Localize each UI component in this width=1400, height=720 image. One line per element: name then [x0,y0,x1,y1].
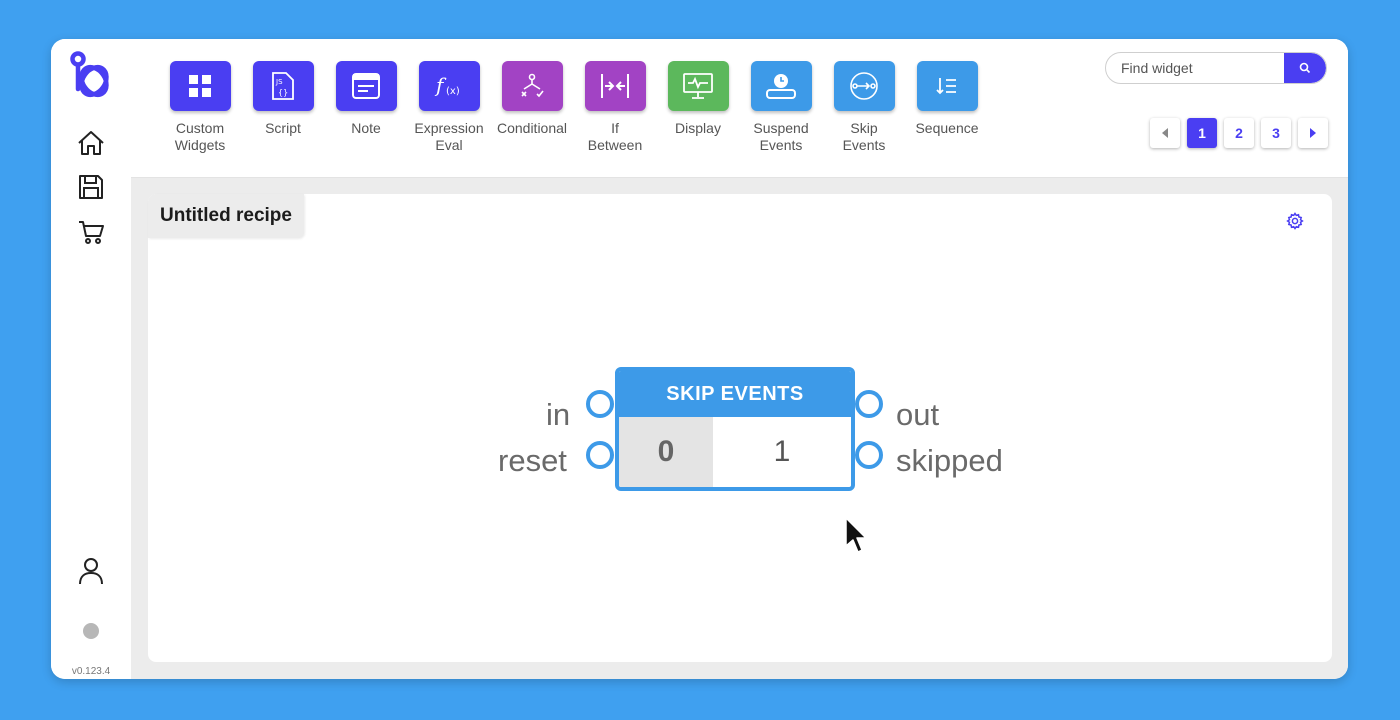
js-file-icon: JS {} [252,61,314,111]
skip-events-node[interactable]: SKIP EVENTS 0 1 [615,367,855,491]
search-button[interactable] [1284,53,1326,83]
home-icon[interactable] [76,128,106,158]
node-counter-value[interactable]: 0 [619,417,713,487]
save-icon[interactable] [76,172,106,202]
sidebar: v0.123.4 [51,39,131,679]
recipe-title[interactable]: Untitled recipe [148,194,304,238]
widget-search [1105,52,1327,84]
main-area: Custom Widgets JS {} Script Note f (x) Exp… [131,39,1348,679]
clock-icon [750,61,812,111]
widget-skip-events[interactable]: Skip Events [823,61,905,154]
input-port-in[interactable] [586,390,614,418]
input-port-label-in: in [546,397,571,432]
svg-text:JS: JS [275,78,283,86]
user-icon[interactable] [76,556,106,586]
svg-text:(x): (x) [446,86,460,97]
grid-icon [169,61,231,111]
input-port-reset[interactable] [586,441,614,469]
widget-label: Script [265,120,301,136]
gear-icon[interactable] [1286,212,1304,230]
widget-label: Display [675,120,721,136]
widget-sequence[interactable]: Sequence [906,61,988,137]
widget-script[interactable]: JS {} Script [242,61,324,137]
skip-icon [833,61,895,111]
caret-left-icon [1162,128,1168,138]
function-icon: f (x) [418,61,480,111]
caret-right-icon [1310,128,1316,138]
search-input[interactable] [1106,53,1286,83]
monitor-icon [667,61,729,111]
output-port-skipped[interactable] [855,441,883,469]
pagination: 1 2 3 [1150,118,1335,148]
widget-custom-widgets[interactable]: Custom Widgets [159,61,241,154]
input-port-label-reset: reset [498,443,567,478]
widget-toolbar: Custom Widgets JS {} Script Note f (x) Exp… [131,39,1348,178]
version-label: v0.123.4 [71,666,111,677]
widget-if-between[interactable]: If Between [574,61,656,154]
page-3-button[interactable]: 3 [1261,118,1291,148]
recipe-canvas[interactable]: Untitled recipe in reset SKIP EVENTS 0 1… [148,194,1332,662]
conditional-icon [501,61,563,111]
if-between-icon [584,61,646,111]
sequence-icon [916,61,978,111]
widget-display[interactable]: Display [657,61,739,137]
note-icon [335,61,397,111]
output-port-label-out: out [896,397,940,432]
widget-expression-eval[interactable]: f (x) Expression Eval [408,61,490,154]
node-skip-count-value[interactable]: 1 [713,417,851,487]
widget-label: Expression Eval [414,120,484,153]
logo-icon[interactable] [68,47,114,101]
page-next-button[interactable] [1298,118,1328,148]
app-window: v0.123.4 Custom Widgets JS{} Script Note… [51,39,1348,679]
widget-label: Custom Widgets [174,120,226,153]
page-1-button[interactable]: 1 [1187,118,1217,148]
widget-label: Note [351,120,381,136]
page-2-button[interactable]: 2 [1224,118,1254,148]
widget-label: If Between [587,120,643,153]
svg-text:{}: {} [278,88,288,97]
cart-icon[interactable] [76,217,106,247]
widget-label: Conditional [496,120,568,136]
page-prev-button[interactable] [1150,118,1180,148]
widget-label: Skip Events [842,120,886,153]
widget-note[interactable]: Note [325,61,407,137]
widget-label: Sequence [915,120,979,136]
status-indicator [83,623,99,639]
search-icon [1299,62,1311,74]
widget-suspend-events[interactable]: Suspend Events [740,61,822,154]
mouse-pointer-icon [844,516,868,556]
node-title: SKIP EVENTS [619,371,851,417]
output-port-out[interactable] [855,390,883,418]
widget-conditional[interactable]: Conditional [491,61,573,137]
widget-label: Suspend Events [753,120,809,153]
node-body: 0 1 [619,417,851,487]
output-port-label-skipped: skipped [896,443,1003,478]
